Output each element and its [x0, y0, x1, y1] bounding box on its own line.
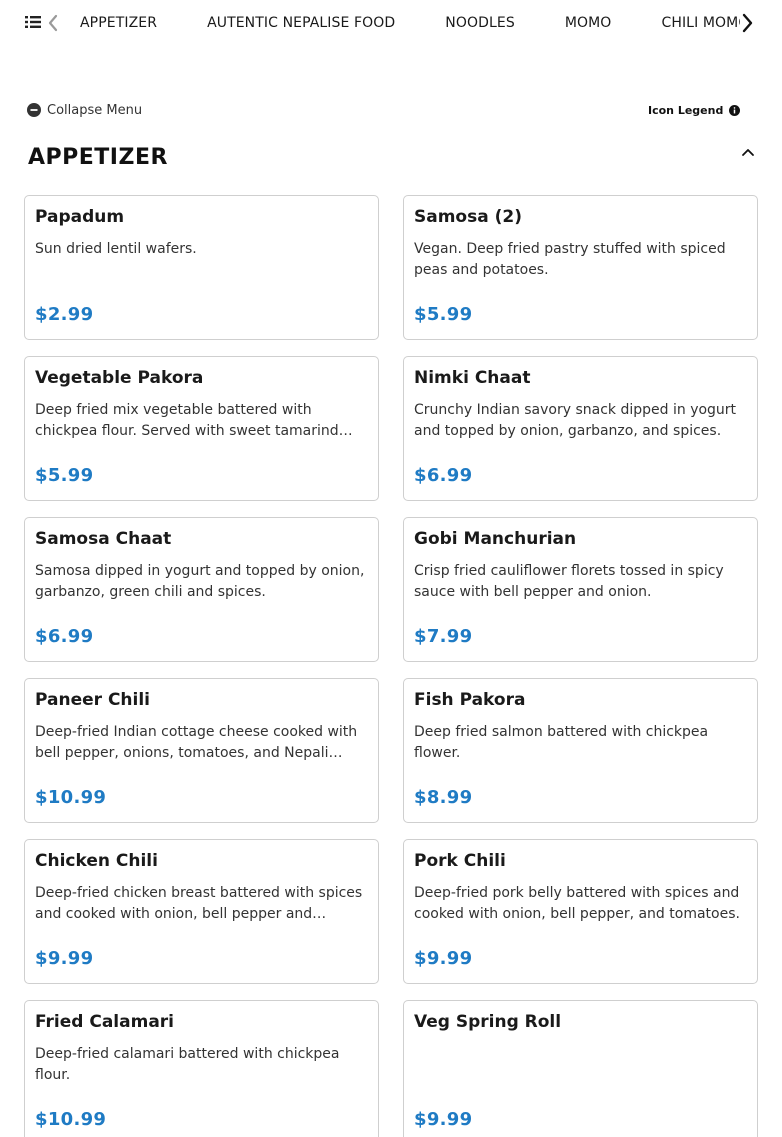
item-description: Crisp fried cauliflower florets tossed i…	[414, 563, 724, 600]
minus-circle-icon	[27, 103, 41, 117]
menu-item-card[interactable]: Fish Pakora Deep fried salmon battered w…	[403, 678, 758, 823]
icon-legend-label: Icon Legend	[648, 103, 724, 117]
item-price: $5.99	[414, 304, 473, 325]
collapse-menu-button[interactable]: Collapse Menu	[27, 101, 142, 119]
item-price: $5.99	[35, 465, 94, 486]
menu-item-card[interactable]: Papadum Sun dried lentil wafers. $2.99	[24, 195, 379, 340]
item-price: $10.99	[35, 787, 107, 808]
item-price: $9.99	[414, 948, 473, 969]
item-name: Veg Spring Roll	[414, 1012, 562, 1032]
item-price: $10.99	[35, 1109, 107, 1130]
item-price: $7.99	[414, 626, 473, 647]
item-description: Deep fried salmon battered with chickpea…	[414, 724, 709, 761]
menu-item-card[interactable]: Fried Calamari Deep-fried calamari batte…	[24, 1000, 379, 1137]
chevron-right-icon[interactable]	[740, 13, 754, 33]
item-price: $6.99	[35, 626, 94, 647]
menu-item-card[interactable]: Gobi Manchurian Crisp fried cauliflower …	[403, 517, 758, 662]
list-icon[interactable]	[25, 15, 41, 29]
info-icon	[729, 104, 741, 116]
item-name: Paneer Chili	[35, 690, 150, 710]
item-name: Samosa Chaat	[35, 529, 172, 549]
item-description: Deep fried mix vegetable battered with c…	[35, 402, 353, 439]
item-name: Gobi Manchurian	[414, 529, 577, 549]
tab-noodles[interactable]: NOODLES	[445, 0, 515, 46]
item-price: $8.99	[414, 787, 473, 808]
item-price: $9.99	[414, 1109, 473, 1130]
icon-legend-button[interactable]: Icon Legend	[648, 101, 741, 119]
item-price: $6.99	[414, 465, 473, 486]
item-price: $9.99	[35, 948, 94, 969]
menu-item-card[interactable]: Vegetable Pakora Deep fried mix vegetabl…	[24, 356, 379, 501]
menu-item-card[interactable]: Nimki Chaat Crunchy Indian savory snack …	[403, 356, 758, 501]
category-tabs: APPETIZER AUTENTIC NEPALISE FOOD NOODLES MO…	[80, 0, 744, 46]
menu-item-card[interactable]: Pork Chili Deep-fried pork belly battere…	[403, 839, 758, 984]
item-name: Papadum	[35, 207, 125, 227]
tab-appetizer[interactable]: APPETIZER	[80, 0, 157, 46]
item-name: Chicken Chili	[35, 851, 158, 871]
tab-momo[interactable]: MOMO	[565, 0, 612, 46]
menu-item-card[interactable]: Chicken Chili Deep-fried chicken breast …	[24, 839, 379, 984]
collapse-menu-label: Collapse Menu	[47, 102, 143, 118]
tab-autentic-nepalise-food[interactable]: AUTENTIC NEPALISE FOOD	[207, 0, 395, 46]
menu-item-card[interactable]: Paneer Chili Deep-fried Indian cottage c…	[24, 678, 379, 823]
menu-item-card[interactable]: Samosa Chaat Samosa dipped in yogurt and…	[24, 517, 379, 662]
section-title: APPETIZER	[28, 145, 168, 170]
item-name: Fried Calamari	[35, 1012, 174, 1032]
item-description: Vegan. Deep fried pastry stuffed with sp…	[414, 241, 726, 278]
item-description: Sun dried lentil wafers.	[35, 241, 197, 257]
menu-item-card[interactable]: Samosa (2) Vegan. Deep fried pastry stuf…	[403, 195, 758, 340]
item-name: Fish Pakora	[414, 690, 526, 710]
item-description: Samosa dipped in yogurt and topped by on…	[35, 563, 365, 600]
item-description: Crunchy Indian savory snack dipped in yo…	[414, 402, 737, 439]
item-description: Deep-fried pork belly battered with spic…	[414, 885, 740, 922]
item-price: $2.99	[35, 304, 94, 325]
item-description	[414, 1044, 747, 1086]
menu-item-grid: Papadum Sun dried lentil wafers. $2.99 S…	[24, 195, 758, 1137]
category-nav-bar: APPETIZER AUTENTIC NEPALISE FOOD NOODLES MO…	[0, 0, 782, 46]
item-name: Nimki Chaat	[414, 368, 531, 388]
item-description: Deep-fried calamari battered with chickp…	[35, 1046, 340, 1083]
item-name: Vegetable Pakora	[35, 368, 204, 388]
item-description: Deep-fried chicken breast battered with …	[35, 885, 363, 922]
item-name: Pork Chili	[414, 851, 506, 871]
tab-chili-momo[interactable]: CHILI MOMO	[661, 0, 744, 46]
menu-item-card[interactable]: Veg Spring Roll $9.99	[403, 1000, 758, 1137]
chevron-up-icon[interactable]	[741, 147, 755, 157]
item-description: Deep-fried Indian cottage cheese cooked …	[35, 724, 358, 761]
chevron-left-icon[interactable]	[47, 14, 59, 32]
item-name: Samosa (2)	[414, 207, 522, 227]
